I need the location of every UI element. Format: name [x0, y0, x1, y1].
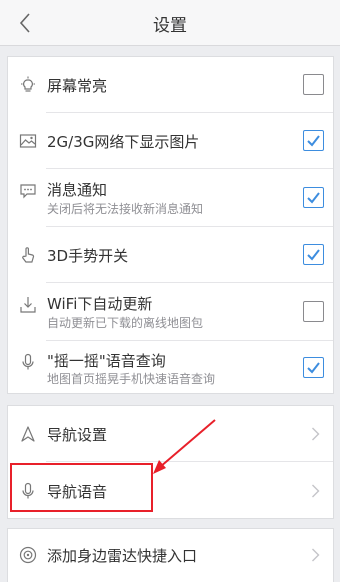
setting-row-notifications[interactable]: 消息通知 关闭后将无法接收新消息通知 [8, 170, 333, 227]
shake-voice-checkbox[interactable] [303, 357, 324, 378]
screen-on-checkbox[interactable] [303, 74, 324, 95]
highlight-box [10, 463, 153, 512]
radar-shortcut-label: 添加身边雷达快捷入口 [47, 547, 198, 565]
3d-gesture-checkbox[interactable] [303, 244, 324, 265]
wifi-update-checkbox[interactable] [303, 300, 324, 322]
setting-label: 2G/3G网络下显示图片 [47, 133, 200, 151]
download-icon [20, 296, 36, 313]
radar-icon [19, 546, 37, 564]
chevron-right-icon [312, 427, 320, 441]
show-images-checkbox[interactable] [303, 130, 324, 151]
setting-label: 屏幕常亮 [47, 77, 108, 95]
page-title: 设置 [153, 16, 187, 36]
setting-label: "摇一摇"语音查询 [47, 352, 166, 370]
hand-icon [22, 247, 35, 263]
setting-row-show-images[interactable]: 2G/3G网络下显示图片 [8, 113, 333, 169]
setting-row-3d-gesture[interactable]: 3D手势开关 [8, 227, 333, 283]
nav-settings-row[interactable]: 导航设置 [8, 406, 333, 462]
navigation-arrow-icon [21, 426, 35, 442]
setting-label: 3D手势开关 [47, 247, 129, 265]
top-bar: 设置 [0, 0, 340, 46]
notifications-checkbox[interactable] [303, 186, 324, 208]
setting-row-shake-voice[interactable]: "摇一摇"语音查询 地图首页摇晃手机快速语音查询 [8, 341, 333, 395]
setting-description: 地图首页摇晃手机快速语音查询 [47, 372, 216, 386]
chevron-right-icon [312, 484, 320, 498]
image-icon [19, 134, 37, 148]
setting-row-screen-on[interactable]: 屏幕常亮 [8, 57, 333, 113]
bulb-icon [21, 76, 35, 92]
setting-row-wifi-update[interactable]: WiFi下自动更新 自动更新已下载的离线地图包 [8, 284, 333, 341]
radar-shortcut-row[interactable]: 添加身边雷达快捷入口 [8, 529, 333, 582]
setting-label: 消息通知 [47, 180, 108, 199]
nav-settings-label: 导航设置 [47, 426, 108, 444]
setting-description: 关闭后将无法接收新消息通知 [47, 201, 204, 216]
chevron-right-icon [312, 548, 320, 562]
setting-label: WiFi下自动更新 [47, 294, 153, 313]
radar-shortcut-group: 添加身边雷达快捷入口 [7, 528, 334, 582]
message-icon [20, 183, 36, 198]
mic-icon [22, 353, 34, 370]
display-settings-group: 屏幕常亮 2G/3G网络下显示图片 消息通知 关闭后将无法接收新消息通知 3D手… [7, 56, 334, 394]
setting-description: 自动更新已下载的离线地图包 [47, 315, 204, 330]
